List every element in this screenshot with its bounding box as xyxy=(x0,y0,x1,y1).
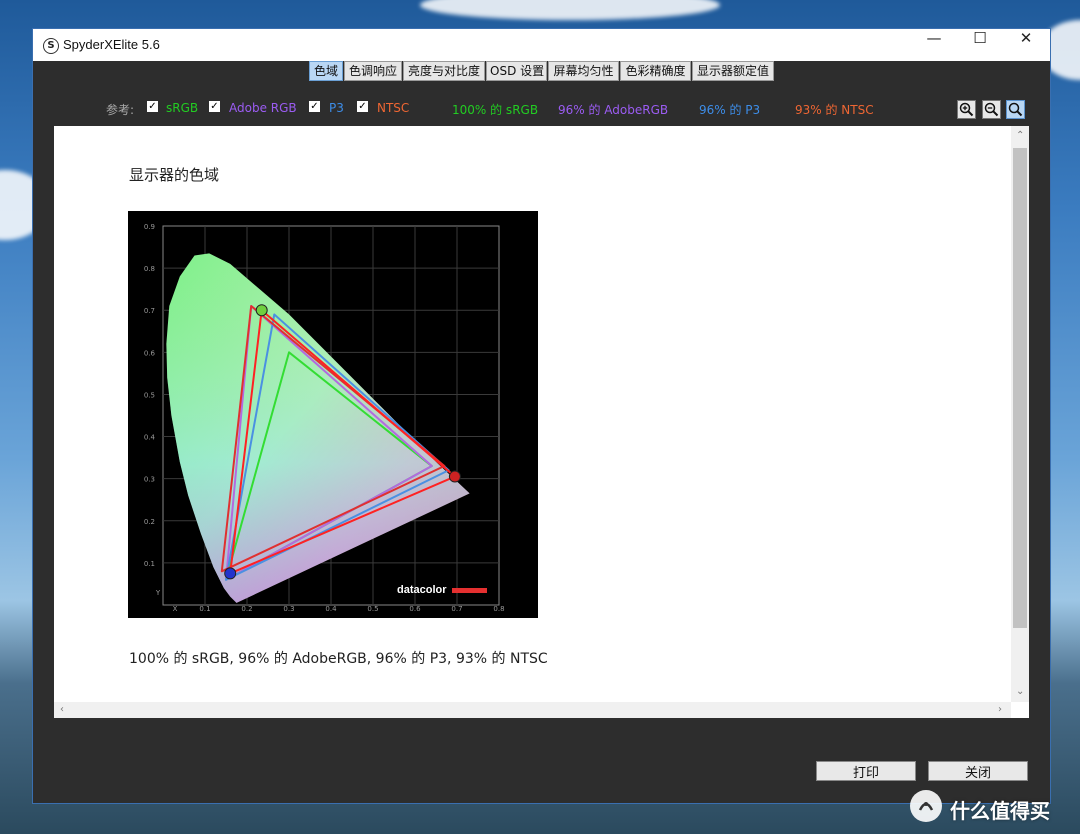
scroll-down-icon[interactable]: ⌄ xyxy=(1016,686,1024,697)
close-button[interactable]: 关闭 xyxy=(928,761,1028,781)
reference-toolbar: 参考: ✓ sRGB ✓ Adobe RGB ✓ P3 ✓ NTSC 100% … xyxy=(44,89,1027,125)
adobergb-result: 96% 的 AdobeRGB xyxy=(558,103,669,117)
x-tick-label: 0.5 xyxy=(367,605,378,613)
primary-point-blue xyxy=(224,567,237,580)
x-tick-label: 0.6 xyxy=(409,605,421,613)
close-window-button[interactable]: ✕ xyxy=(1003,29,1049,61)
datacolor-logo-bar xyxy=(452,588,487,593)
tab-screen-uniformity[interactable]: 屏幕均匀性 xyxy=(548,61,619,81)
srgb-result: 100% 的 sRGB xyxy=(452,103,539,117)
report-heading: 显示器的色域 xyxy=(129,166,220,184)
y-tick-label: 0.1 xyxy=(144,560,155,568)
y-axis-label: Y xyxy=(155,589,161,597)
report-caption: 100% 的 sRGB, 96% 的 AdobeRGB, 96% 的 P3, 9… xyxy=(129,651,548,667)
vertical-scroll-thumb[interactable] xyxy=(1013,148,1027,628)
vertical-scrollbar[interactable]: ⌃ ⌄ xyxy=(1011,126,1029,702)
tab-bar: 色域 色调响应 亮度与对比度 OSD 设置 屏幕均匀性 色彩精确度 显示器额定值 xyxy=(33,61,1050,85)
ntsc-checkbox[interactable]: ✓ xyxy=(357,101,368,112)
ntsc-result: 93% 的 NTSC xyxy=(795,103,874,117)
p3-checkbox[interactable]: ✓ xyxy=(309,101,320,112)
action-bar: 打印 关闭 xyxy=(33,739,1050,803)
horizontal-scrollbar[interactable]: ‹ › xyxy=(54,702,1011,718)
p3-result: 96% 的 P3 xyxy=(699,103,761,117)
report-panel: 显示器的色域 0.1 0.2 0.3 0.4 0.5 0.6 0.7 0.8 0… xyxy=(54,126,1029,718)
x-axis-label: X xyxy=(173,605,178,613)
maximize-button[interactable]: ☐ xyxy=(957,29,1003,61)
tab-display-rating[interactable]: 显示器额定值 xyxy=(692,61,774,81)
y-tick-label: 0.7 xyxy=(144,307,155,315)
scroll-left-icon[interactable]: ‹ xyxy=(60,704,64,715)
zoom-out-icon[interactable] xyxy=(982,100,1001,119)
y-tick-label: 0.9 xyxy=(144,223,155,231)
srgb-label: sRGB xyxy=(166,101,199,115)
x-tick-label: 0.7 xyxy=(451,605,462,613)
scroll-up-icon[interactable]: ⌃ xyxy=(1016,130,1024,141)
spyder-logo-icon: S xyxy=(43,38,59,54)
y-tick-label: 0.6 xyxy=(144,349,156,357)
tab-osd-settings[interactable]: OSD 设置 xyxy=(486,61,547,81)
watermark-logo-icon xyxy=(910,790,942,822)
x-tick-label: 0.8 xyxy=(493,605,504,613)
adobergb-label: Adobe RGB xyxy=(229,101,297,115)
background-cloud xyxy=(420,0,720,20)
ntsc-label: NTSC xyxy=(377,101,410,115)
x-tick-label: 0.4 xyxy=(325,605,337,613)
spectral-locus-shade xyxy=(166,253,470,603)
x-tick-label: 0.2 xyxy=(241,605,252,613)
y-tick-label: 0.3 xyxy=(144,476,155,484)
p3-label: P3 xyxy=(329,101,344,115)
tab-color-accuracy[interactable]: 色彩精确度 xyxy=(620,61,691,81)
primary-point-red xyxy=(448,470,461,483)
y-tick-label: 0.4 xyxy=(144,434,156,442)
app-window: S SpyderXElite 5.6 — ☐ ✕ 色域 色调响应 亮度与对比度 … xyxy=(33,29,1050,803)
watermark-text: 什么值得买 xyxy=(950,799,1050,823)
minimize-button[interactable]: — xyxy=(911,29,957,61)
datacolor-logo: datacolor xyxy=(397,584,447,596)
x-tick-label: 0.3 xyxy=(283,605,294,613)
y-tick-label: 0.5 xyxy=(144,391,155,399)
gamut-chart-svg: 0.1 0.2 0.3 0.4 0.5 0.6 0.7 0.8 0.1 0.2 0.3 0.4 0.5 0… xyxy=(144,223,505,613)
scroll-right-icon[interactable]: › xyxy=(998,704,1002,715)
title-bar: S SpyderXElite 5.6 — ☐ ✕ xyxy=(33,29,1050,61)
srgb-checkbox[interactable]: ✓ xyxy=(147,101,158,112)
y-tick-label: 0.2 xyxy=(144,518,155,526)
zoom-reset-icon[interactable] xyxy=(1006,100,1025,119)
adobergb-checkbox[interactable]: ✓ xyxy=(209,101,220,112)
reference-label: 参考: xyxy=(106,103,135,117)
tab-tone-response[interactable]: 色调响应 xyxy=(344,61,402,81)
window-title: SpyderXElite 5.6 xyxy=(63,37,160,52)
primary-point-green xyxy=(255,304,268,317)
y-tick-label: 0.8 xyxy=(144,265,155,273)
x-tick-label: 0.1 xyxy=(199,605,210,613)
tab-gamut[interactable]: 色域 xyxy=(309,61,343,81)
watermark: 什么值得买 xyxy=(910,790,1075,826)
print-button[interactable]: 打印 xyxy=(816,761,916,781)
gamut-chart: 0.1 0.2 0.3 0.4 0.5 0.6 0.7 0.8 0.1 0.2 0.3 0.4 0.5 0… xyxy=(128,211,538,618)
tab-brightness-contrast[interactable]: 亮度与对比度 xyxy=(403,61,485,81)
zoom-in-icon[interactable] xyxy=(957,100,976,119)
